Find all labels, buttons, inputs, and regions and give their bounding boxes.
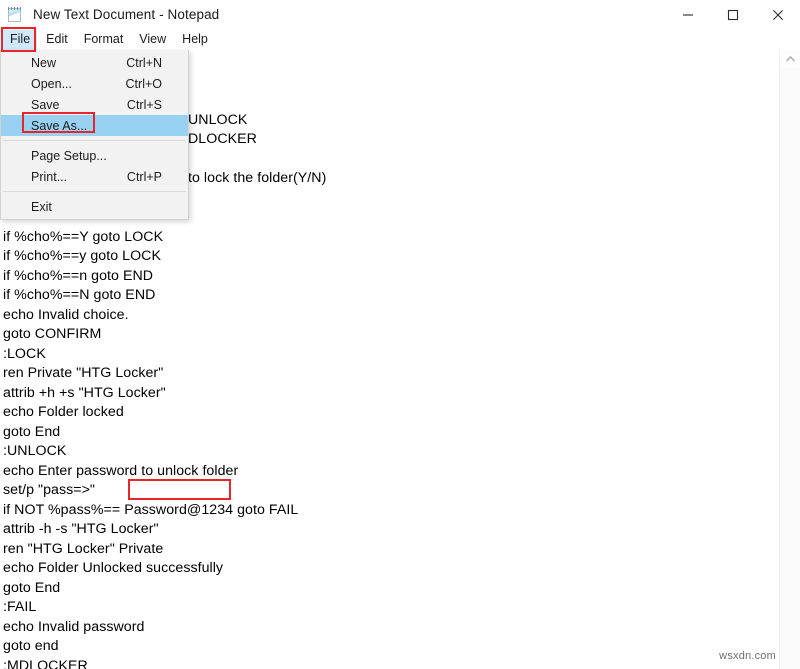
file-dropdown-menu: New Ctrl+N Open... Ctrl+O Save Ctrl+S Save As.… (0, 50, 189, 220)
menu-item-new[interactable]: New Ctrl+N (1, 52, 188, 73)
menu-item-save-as[interactable]: Save As... (1, 115, 188, 136)
editor-line: echo Folder Unlocked successfully (3, 560, 224, 576)
editor-line: set/p "pass=>" (3, 482, 96, 498)
title-bar: New Text Document - Notepad (0, 0, 800, 29)
editor-line: :UNLOCK (3, 443, 67, 459)
menu-item-label: Save (31, 97, 60, 112)
editor-line: echo Folder locked (3, 404, 124, 420)
menu-item-save[interactable]: Save Ctrl+S (1, 94, 188, 115)
editor-line: ren "HTG Locker" Private (3, 540, 164, 557)
editor-line: :LOCK (3, 345, 46, 362)
editor-line: goto End (3, 579, 61, 596)
editor-line: echo Invalid choice. (3, 306, 129, 323)
menu-item-label: New (31, 55, 57, 70)
editor-line: attrib +h +s "HTG Locker" (3, 384, 166, 401)
editor-line: :FAIL (3, 599, 37, 615)
menu-separator (3, 140, 186, 141)
notepad-window: New Text Document - Notepad File Edit Fo… (0, 0, 800, 669)
menu-item-help[interactable]: Help (175, 30, 215, 50)
menu-item-exit[interactable]: Exit (1, 196, 188, 217)
window-title: New Text Document - Notepad (33, 7, 220, 22)
editor-line: attrib -h -s "HTG Locker" (3, 521, 159, 537)
editor-line: goto CONFIRM (3, 326, 102, 342)
chevron-up-icon[interactable] (780, 50, 800, 68)
menu-item-shortcut: Ctrl+O (125, 76, 162, 91)
menu-item-print[interactable]: Print... Ctrl+P (1, 166, 188, 187)
menu-bar: File Edit Format View Help (0, 29, 800, 50)
menu-separator (3, 191, 186, 192)
menu-item-format[interactable]: Format (77, 30, 131, 50)
menu-item-edit[interactable]: Edit (39, 30, 75, 50)
vertical-scrollbar[interactable] (779, 50, 800, 669)
editor-line: if %cho%==y goto LOCK (3, 248, 161, 264)
editor-line: if %cho%==Y goto LOCK (3, 228, 164, 245)
window-controls (665, 0, 800, 29)
menu-item-shortcut: Ctrl+S (126, 97, 162, 112)
menu-item-label: Open... (31, 76, 72, 91)
password-literal: Password@1234 (124, 501, 234, 518)
menu-item-label: Exit (31, 199, 52, 214)
menu-item-label: Print... (31, 169, 68, 184)
menu-item-page-setup[interactable]: Page Setup... (1, 145, 188, 166)
editor-line: echo Invalid password (3, 618, 145, 635)
editor-line: :MDLOCKER (3, 657, 88, 669)
maximize-button[interactable] (710, 0, 755, 29)
editor-line: ren Private "HTG Locker" (3, 365, 164, 381)
menu-item-view[interactable]: View (132, 30, 173, 50)
scrollbar-track[interactable] (780, 68, 800, 669)
menu-item-label: Save As... (31, 118, 88, 133)
menu-item-shortcut: Ctrl+P (126, 169, 162, 184)
close-button[interactable] (755, 0, 800, 29)
menu-item-shortcut: Ctrl+N (126, 55, 162, 70)
editor-line: if NOT %pass%== Password@1234 goto FAIL (3, 501, 299, 518)
editor-line: echo Enter password to unlock folder (3, 462, 239, 479)
menu-item-label: Page Setup... (31, 148, 107, 163)
menu-item-file[interactable]: File (3, 29, 38, 50)
minimize-button[interactable] (665, 0, 710, 29)
editor-line: goto End (3, 423, 61, 440)
editor-line: goto end (3, 638, 59, 654)
menu-item-open[interactable]: Open... Ctrl+O (1, 73, 188, 94)
editor-line: if %cho%==N goto END (3, 287, 156, 303)
watermark: wsxdn.com (719, 650, 776, 662)
editor-line: if %cho%==n goto END (3, 267, 154, 284)
notepad-icon (7, 6, 24, 24)
